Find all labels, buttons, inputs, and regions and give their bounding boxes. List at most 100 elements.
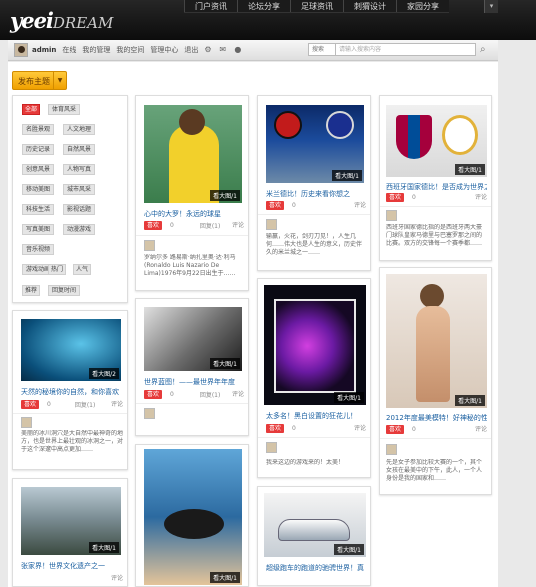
post-title[interactable]: 太多名！黑白设置的狂花儿！ <box>266 411 364 421</box>
tag-item[interactable]: 移动美图 <box>22 184 54 195</box>
post-image[interactable]: 看大图/1 <box>144 307 242 371</box>
logout-link[interactable]: 退出 <box>184 45 198 55</box>
post-title[interactable]: 心中的大罗！永远的球星 <box>144 209 242 219</box>
post-card: 看大图/1 米兰德比！历史来看你想之 喜欢 0 评论 输赢，火花，剑刃刀见！，人… <box>257 95 371 271</box>
comment-link[interactable]: 评论 <box>232 220 244 229</box>
tag-item[interactable]: 创意风景 <box>22 164 54 175</box>
post-excerpt: 西班牙国家德比指的是西班牙两大豪门球队皇家马德里与巴塞罗那之间的比赛。双方的交锋… <box>386 224 483 247</box>
my-space-link[interactable]: 我的空间 <box>116 45 144 55</box>
view-large-badge[interactable]: 看大图/1 <box>455 164 485 175</box>
search-input[interactable]: 请输入搜索内容 <box>336 43 476 56</box>
site-logo[interactable]: yeeiDREAM <box>10 8 113 33</box>
post-title[interactable]: 米兰德比！历史来看你想之 <box>266 189 364 199</box>
like-count: 0 <box>47 400 51 408</box>
tag-item[interactable]: 全部 <box>22 104 40 115</box>
comment-link[interactable]: 评论 <box>111 399 123 408</box>
post-image[interactable]: 看大图/1 <box>386 274 487 408</box>
mail-icon[interactable]: ✉ <box>219 46 227 54</box>
avatar[interactable] <box>21 417 32 428</box>
like-button[interactable]: 喜欢 <box>266 423 285 433</box>
tag-item[interactable]: 历史记录 <box>22 144 54 155</box>
view-large-badge[interactable]: 看大图/1 <box>332 170 362 181</box>
post-card: 看大图/1 心中的大罗！永远的球星 喜欢 0 回复(1) 评论 罗纳尔多 路易斯… <box>135 95 249 291</box>
tag-item[interactable]: 写真美图 <box>22 224 54 235</box>
avatar[interactable] <box>386 210 397 221</box>
top-navigation: 门户资讯 论坛分享 足球资讯 刺猬设计 家园分享 ▾ <box>184 0 498 13</box>
post-image[interactable]: 看大图/1 <box>144 449 242 585</box>
post-image[interactable]: 看大图/1 <box>264 285 366 405</box>
tag-item[interactable]: 科技生活 <box>22 204 54 215</box>
like-button[interactable]: 喜欢 <box>144 389 163 399</box>
comment-link[interactable]: 评论 <box>232 389 244 398</box>
post-image[interactable]: 看大图/1 <box>266 105 364 183</box>
comment-link[interactable]: 评论 <box>354 200 366 209</box>
post-title[interactable]: 世界蓝图！——最世界年年度 <box>144 377 242 387</box>
avatar[interactable] <box>144 240 155 251</box>
tag-item[interactable]: 推荐 <box>22 285 40 296</box>
post-topic-button[interactable]: 发布主题 ▼ <box>12 71 67 90</box>
tag-item[interactable]: 动漫游戏 <box>63 224 95 235</box>
post-card: 看大图/1 超级跑车的跑道的驰骋世界！真的是一辆 <box>257 486 371 586</box>
view-large-badge[interactable]: 看大图/2 <box>89 368 119 379</box>
search-type-select[interactable]: 搜索 <box>308 43 336 56</box>
nav-item[interactable]: 论坛分享 <box>237 0 290 12</box>
tag-item[interactable]: 名胜景观 <box>22 124 54 135</box>
post-image[interactable]: 看大图/1 <box>264 493 366 557</box>
like-count: 0 <box>292 201 296 209</box>
chevron-down-icon[interactable]: ▼ <box>53 72 66 89</box>
like-button[interactable]: 喜欢 <box>386 192 405 202</box>
view-large-badge[interactable]: 看大图/1 <box>334 544 364 555</box>
nav-item[interactable]: 门户资讯 <box>184 0 237 12</box>
search-icon[interactable]: ⌕ <box>480 44 492 56</box>
tag-item[interactable]: 自然风景 <box>63 144 95 155</box>
nav-dropdown-icon[interactable]: ▾ <box>484 0 498 13</box>
tag-item[interactable]: 影视话题 <box>63 204 95 215</box>
nav-item[interactable]: 家园分享 <box>396 0 449 12</box>
post-title[interactable]: 超级跑车的跑道的驰骋世界！真的是一辆 <box>266 563 364 573</box>
like-button[interactable]: 喜欢 <box>386 424 405 434</box>
post-title[interactable]: 2012年度最美模特！好神秘的性感 <box>386 413 487 423</box>
post-title[interactable]: 张家界！世界文化遗产之一 <box>21 561 123 571</box>
tag-item[interactable]: 人文地理 <box>63 124 95 135</box>
comment-link[interactable]: 评论 <box>354 423 366 432</box>
gear-icon[interactable]: ⚙ <box>204 46 212 54</box>
post-image[interactable]: 看大图/2 <box>21 319 121 381</box>
tag-item[interactable]: 回复时间 <box>48 285 80 296</box>
tag-item[interactable]: 人物写真 <box>63 164 95 175</box>
like-button[interactable]: 喜欢 <box>266 200 285 210</box>
view-large-badge[interactable]: 看大图/1 <box>334 392 364 403</box>
my-manage-link[interactable]: 我的管理 <box>82 45 110 55</box>
comment-link[interactable]: 评论 <box>475 192 487 201</box>
tag-item[interactable]: 体育风采 <box>48 104 80 115</box>
tag-item[interactable]: 城市风采 <box>63 184 95 195</box>
tag-item[interactable]: 热门 <box>48 264 66 275</box>
nav-item[interactable]: 足球资讯 <box>290 0 343 12</box>
tag-item[interactable]: 音乐视频 <box>22 244 54 255</box>
view-large-badge[interactable]: 看大图/1 <box>89 542 119 553</box>
post-image[interactable]: 看大图/1 <box>144 105 242 203</box>
user-avatar[interactable] <box>14 43 28 57</box>
like-button[interactable]: 喜欢 <box>21 399 40 409</box>
post-image[interactable]: 看大图/1 <box>386 105 487 177</box>
avatar[interactable] <box>144 408 155 419</box>
view-large-badge[interactable]: 看大图/1 <box>210 358 240 369</box>
post-title[interactable]: 西班牙国家德比！是否成为世界之最！ <box>386 182 487 192</box>
like-button[interactable]: 喜欢 <box>144 220 163 230</box>
post-card: 看大图/1 <box>135 444 249 587</box>
view-large-badge[interactable]: 看大图/1 <box>455 395 485 406</box>
bulb-icon[interactable]: ● <box>234 46 242 54</box>
status-link[interactable]: 在线 <box>62 45 76 55</box>
comment-link[interactable]: 评论 <box>475 424 487 433</box>
post-title[interactable]: 天然的秘境你的自然，和你喜欢 <box>21 387 123 397</box>
avatar[interactable] <box>266 442 277 453</box>
comment-link[interactable]: 评论 <box>111 573 123 582</box>
post-image[interactable]: 看大图/1 <box>21 487 121 555</box>
admin-center-link[interactable]: 管理中心 <box>150 45 178 55</box>
tag-item[interactable]: 人气 <box>73 264 91 275</box>
view-large-badge[interactable]: 看大图/1 <box>210 190 240 201</box>
avatar[interactable] <box>266 219 277 230</box>
avatar[interactable] <box>386 444 397 455</box>
username[interactable]: admin <box>32 46 56 54</box>
nav-item[interactable]: 刺猬设计 <box>343 0 396 12</box>
view-large-badge[interactable]: 看大图/1 <box>210 572 240 583</box>
